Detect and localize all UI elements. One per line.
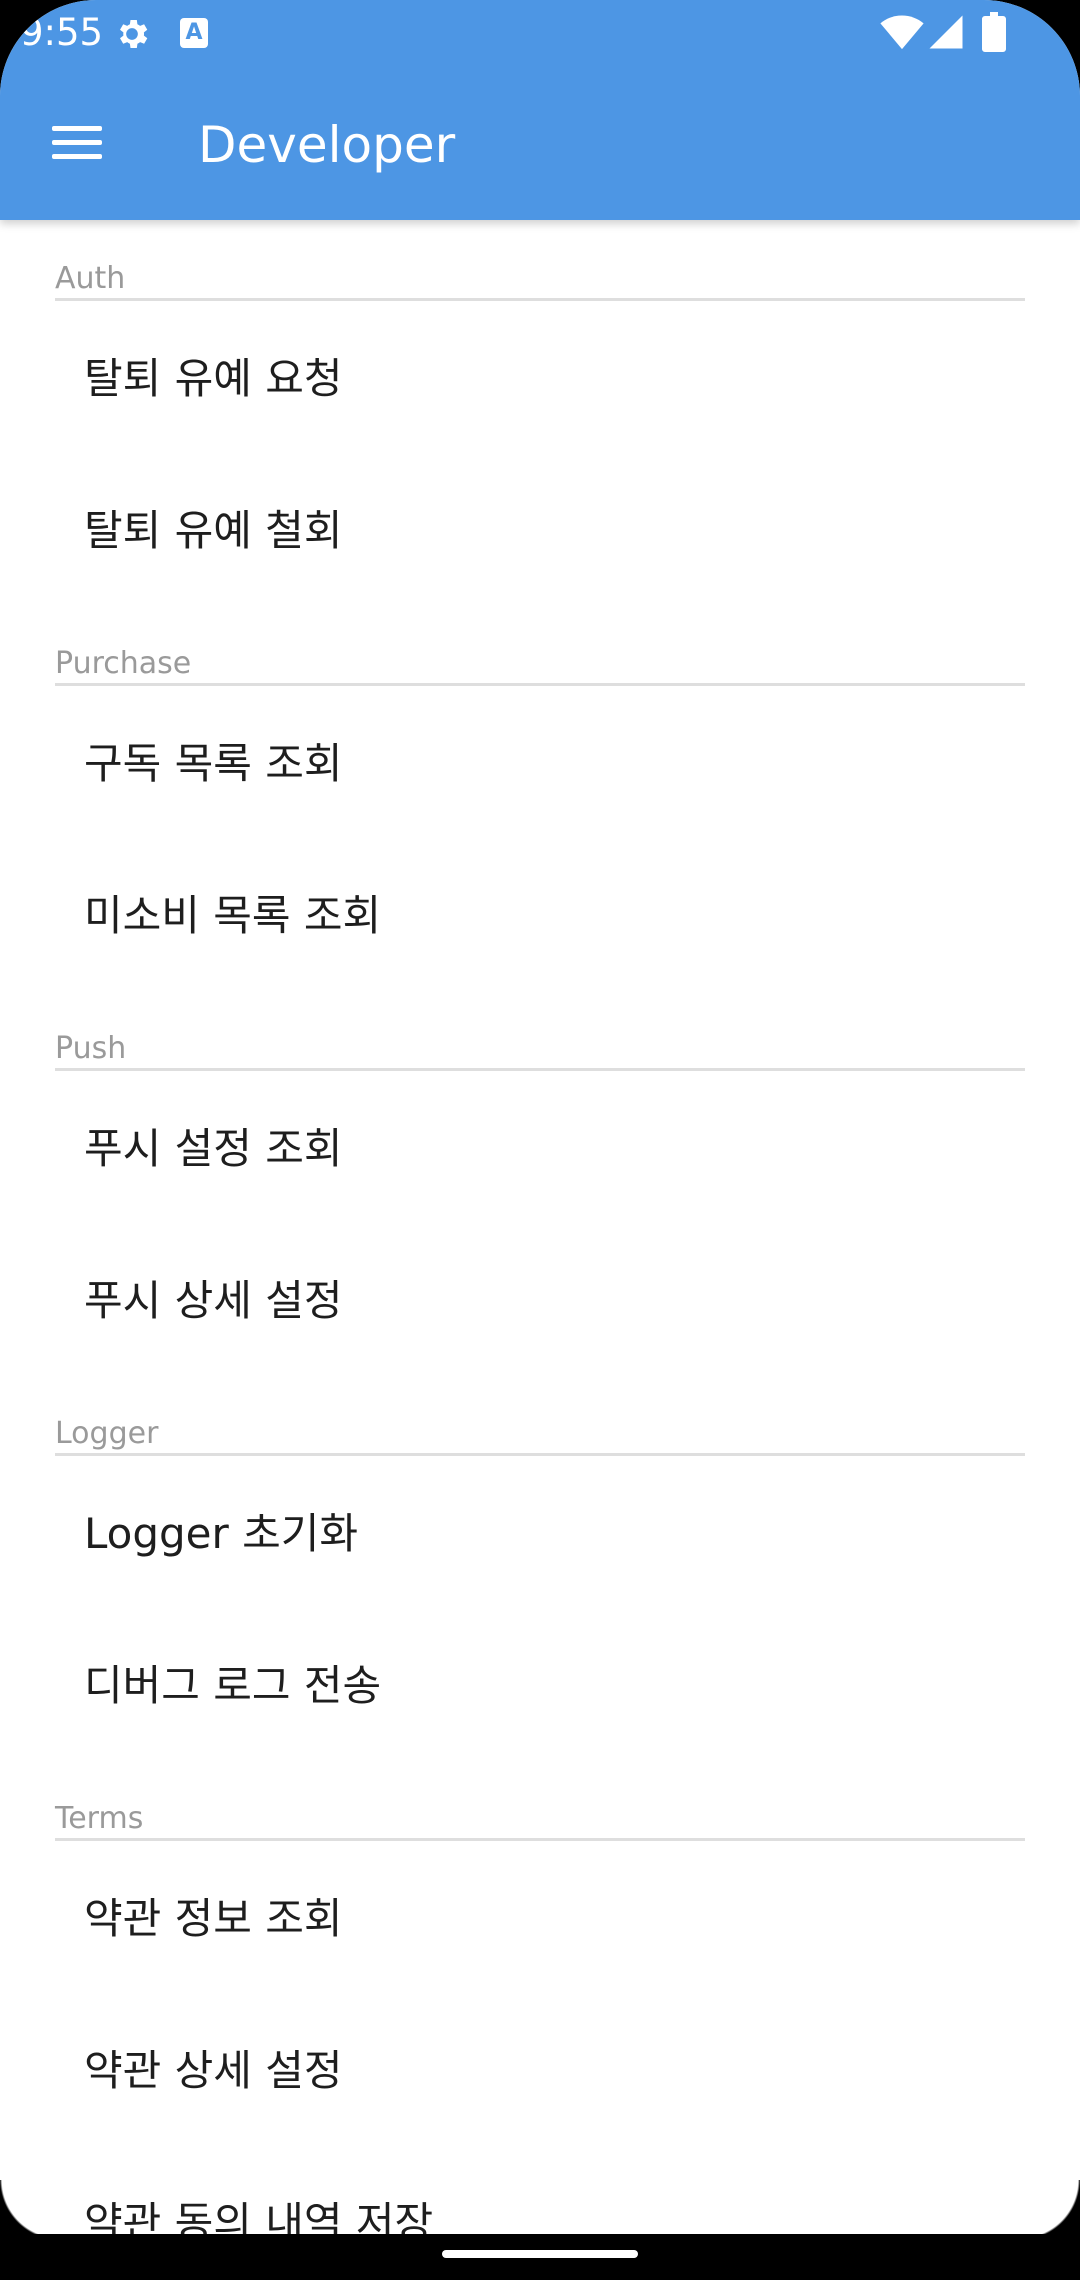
section-header-label: Logger xyxy=(55,1416,159,1451)
hamburger-menu-icon[interactable] xyxy=(40,112,114,172)
section-header-label: Purchase xyxy=(55,646,192,681)
home-handle[interactable] xyxy=(442,2250,638,2258)
screen-corner xyxy=(1020,2180,1080,2240)
list-item-label: 구독 목록 조회 xyxy=(84,739,343,788)
section-header-label: Terms xyxy=(55,1801,144,1836)
section-header-auth: Auth xyxy=(55,220,1025,301)
screen-corner xyxy=(0,2180,60,2240)
battery-icon xyxy=(982,12,1006,52)
section-header-terms: Terms xyxy=(55,1760,1025,1841)
gear-icon xyxy=(120,20,148,49)
section-header-push: Push xyxy=(55,990,1025,1071)
signal-icon xyxy=(929,15,963,49)
list-item-label: 탈퇴 유예 철회 xyxy=(84,506,343,555)
list-item-label: 푸시 설정 조회 xyxy=(84,1124,343,1173)
wifi-icon xyxy=(880,15,924,50)
section-header-label: Auth xyxy=(55,261,126,296)
screen: 9:55 A Developer Auth 탈퇴 유예 요청 탈퇴 유예 철회 … xyxy=(0,0,1080,2280)
list-item[interactable]: 탈퇴 유예 요청 xyxy=(0,301,1080,453)
list-item-label: 디버그 로그 전송 xyxy=(84,1661,382,1710)
list-item-label: Logger 초기화 xyxy=(84,1509,359,1558)
list-item[interactable]: 푸시 설정 조회 xyxy=(0,1071,1080,1223)
app-bar: 9:55 A Developer xyxy=(0,0,1080,220)
list-item-label: 약관 상세 설정 xyxy=(84,2046,343,2095)
list-item[interactable]: 탈퇴 유예 철회 xyxy=(0,453,1080,605)
list-item[interactable]: 푸시 상세 설정 xyxy=(0,1223,1080,1375)
page-title: Developer xyxy=(198,116,456,174)
developer-menu-list: Auth 탈퇴 유예 요청 탈퇴 유예 철회 Purchase 구독 목록 조회… xyxy=(0,220,1080,2280)
list-item-label: 약관 정보 조회 xyxy=(84,1894,343,1943)
list-item[interactable]: 디버그 로그 전송 xyxy=(0,1608,1080,1760)
section-header-purchase: Purchase xyxy=(55,605,1025,686)
gesture-nav-bar xyxy=(0,2234,1080,2280)
status-time: 9:55 xyxy=(20,11,104,54)
list-item[interactable]: 약관 상세 설정 xyxy=(0,1993,1080,2145)
list-item[interactable]: Logger 초기화 xyxy=(0,1456,1080,1608)
list-item[interactable]: 미소비 목록 조회 xyxy=(0,838,1080,990)
section-header-logger: Logger xyxy=(55,1375,1025,1456)
list-item[interactable]: 구독 목록 조회 xyxy=(0,686,1080,838)
a-icon: A xyxy=(180,18,208,48)
list-item-label: 탈퇴 유예 요청 xyxy=(84,354,343,403)
section-header-label: Push xyxy=(55,1031,127,1066)
list-item-label: 푸시 상세 설정 xyxy=(84,1276,343,1325)
list-item[interactable]: 약관 정보 조회 xyxy=(0,1841,1080,1993)
list-item-label: 미소비 목록 조회 xyxy=(84,891,382,940)
